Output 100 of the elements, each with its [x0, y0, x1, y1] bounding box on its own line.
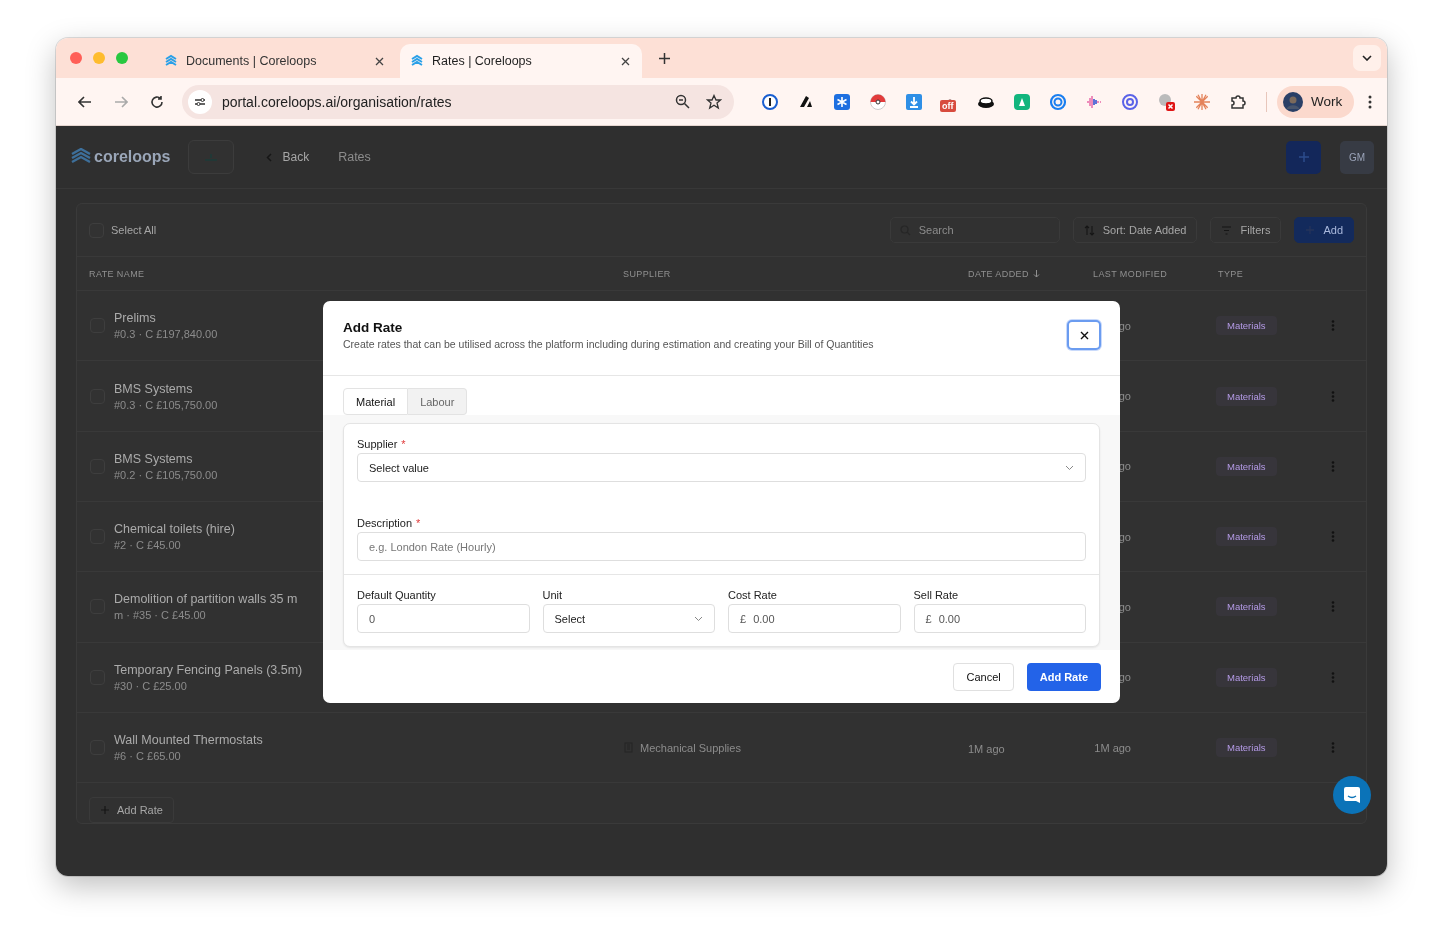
column-header[interactable]: LAST MODIFIED [1093, 268, 1168, 279]
field-label: Supplier [357, 438, 398, 450]
close-window-button[interactable] [70, 52, 82, 64]
logo-text[interactable]: coreloops [94, 148, 171, 166]
extension-badge: off [940, 99, 956, 112]
type-tag: Materials [1216, 386, 1277, 406]
field-label: Default Quantity [357, 589, 436, 601]
filters-button[interactable]: Filters [1210, 217, 1282, 244]
chat-icon [1343, 786, 1361, 804]
rate-details: #30 · C £25.00 [114, 679, 188, 692]
chevron-down-icon [1362, 55, 1372, 61]
url-text: portal.coreloops.ai/organisation/rates [222, 93, 453, 110]
create-button[interactable] [1286, 140, 1321, 174]
back-arrow-icon[interactable] [78, 95, 92, 108]
forward-arrow-icon[interactable] [114, 95, 128, 108]
cancel-button[interactable]: Cancel [953, 662, 1014, 691]
type-tag: Materials [1216, 316, 1277, 336]
type-tag: Materials [1216, 527, 1277, 547]
tab[interactable]: Labour [408, 388, 468, 415]
ball-icon[interactable] [869, 92, 887, 111]
rate-details: #6 · C £65.00 [114, 750, 182, 763]
close-icon[interactable] [621, 56, 630, 66]
rate-name: Prelims [114, 311, 157, 326]
column-header[interactable]: DATE ADDED [968, 268, 1029, 279]
field-label: Cost Rate [728, 589, 777, 601]
add-rate-button[interactable]: Add Rate [89, 797, 174, 823]
currency-field[interactable]: £ 0.00 [728, 604, 901, 633]
column-header[interactable]: TYPE [1218, 268, 1244, 279]
app-tile-icon[interactable] [1013, 92, 1031, 111]
last-modified: 1M ago [1093, 741, 1131, 754]
sliders-icon[interactable] [194, 96, 206, 107]
dialog-subtitle: Create rates that can be utilised across the platform including during estimation and creating your Bill of Quantities [343, 338, 875, 350]
rate-name: Chemical toilets (hire) [114, 522, 235, 537]
rate-name: BMS Systems [114, 381, 194, 396]
column-header[interactable]: SUPPLIER [623, 268, 671, 279]
rate-name: Wall Mounted Thermostats [114, 733, 263, 748]
puzzle-icon[interactable] [1229, 92, 1247, 111]
currency-field[interactable]: £ 0.00 [913, 604, 1086, 633]
input-field[interactable]: e.g. London Rate (Hourly) [357, 532, 1086, 561]
add-button[interactable]: Add [1294, 217, 1354, 244]
snowflake-icon[interactable] [833, 92, 851, 111]
layers-logo-icon[interactable] [70, 148, 92, 166]
back-link[interactable]: Back [266, 150, 310, 164]
select-all-label[interactable]: Select All [111, 224, 157, 237]
avatar-icon [1283, 91, 1303, 112]
rate-details: #0.3 · C £197,840.00 [114, 328, 218, 341]
search-field[interactable]: Search [889, 217, 1060, 244]
field-label: Description [357, 517, 413, 529]
tab-menu-button[interactable] [1353, 45, 1381, 71]
tab[interactable]: Material [343, 388, 409, 415]
menu-icon[interactable] [1368, 94, 1373, 109]
layers-icon [164, 54, 178, 68]
field-label: Sell Rate [913, 589, 959, 601]
layers-icon [410, 54, 424, 68]
rate-name: Demolition of partition walls 35 m [114, 592, 298, 607]
browser-tab[interactable]: Documents | Coreloops [154, 44, 396, 78]
sort-button[interactable]: Sort: Date Added [1072, 217, 1198, 244]
download-icon[interactable] [905, 92, 923, 111]
close-icon [1079, 330, 1089, 340]
rate-details: m · #35 · C £45.00 [114, 609, 207, 622]
input-field[interactable]: 0 [357, 604, 530, 633]
maximize-window-button[interactable] [116, 52, 128, 64]
minimize-window-button[interactable] [93, 52, 105, 64]
required-mark: * [416, 517, 421, 529]
star-icon[interactable] [706, 93, 722, 110]
plus-icon [1297, 151, 1310, 163]
column-header[interactable]: RATE NAME [89, 268, 145, 279]
type-tag: Materials [1216, 667, 1277, 687]
dialog-title: Add Rate [343, 320, 404, 335]
user-avatar[interactable]: GM [1340, 140, 1374, 174]
close-icon[interactable] [375, 56, 384, 66]
rate-name: BMS Systems [114, 451, 194, 466]
rate-name: Temporary Fencing Panels (3.5m) [114, 662, 303, 677]
required-mark: * [401, 438, 406, 450]
type-tag: Materials [1216, 456, 1277, 476]
reload-icon[interactable] [150, 94, 164, 109]
close-button[interactable] [1067, 320, 1101, 350]
asterisk-icon[interactable] [1193, 92, 1211, 111]
browser-tab[interactable]: Rates | Coreloops [400, 44, 642, 78]
chevron-down-icon [694, 615, 703, 622]
select-field[interactable]: Select [542, 604, 715, 633]
sort-arrow-icon [1032, 269, 1040, 279]
sort-icon [1083, 224, 1095, 236]
select-field[interactable]: Select value [357, 453, 1086, 482]
rate-details: #0.3 · C £105,750.00 [114, 398, 218, 411]
profile-button[interactable]: Work [1277, 85, 1355, 118]
rate-details: #2 · C £45.00 [114, 539, 182, 552]
type-tag: Materials [1216, 738, 1277, 758]
ring-icon[interactable] [761, 92, 779, 111]
zoom-icon[interactable] [675, 94, 690, 109]
date-added: 1M ago [968, 742, 1005, 755]
filter-icon [1221, 225, 1233, 235]
blocked-extension-icon[interactable] [1157, 92, 1175, 111]
rate-details: #0.2 · C £105,750.00 [114, 468, 218, 481]
type-tag: Materials [1216, 597, 1277, 617]
address-bar[interactable]: portal.coreloops.ai/organisation/rates [182, 84, 734, 119]
field-label: Unit [542, 589, 563, 601]
add-rate-submit-button[interactable]: Add Rate [1026, 662, 1101, 691]
supplier-name: Mechanical Supplies [640, 741, 741, 754]
breadcrumb: Rates [338, 150, 371, 164]
